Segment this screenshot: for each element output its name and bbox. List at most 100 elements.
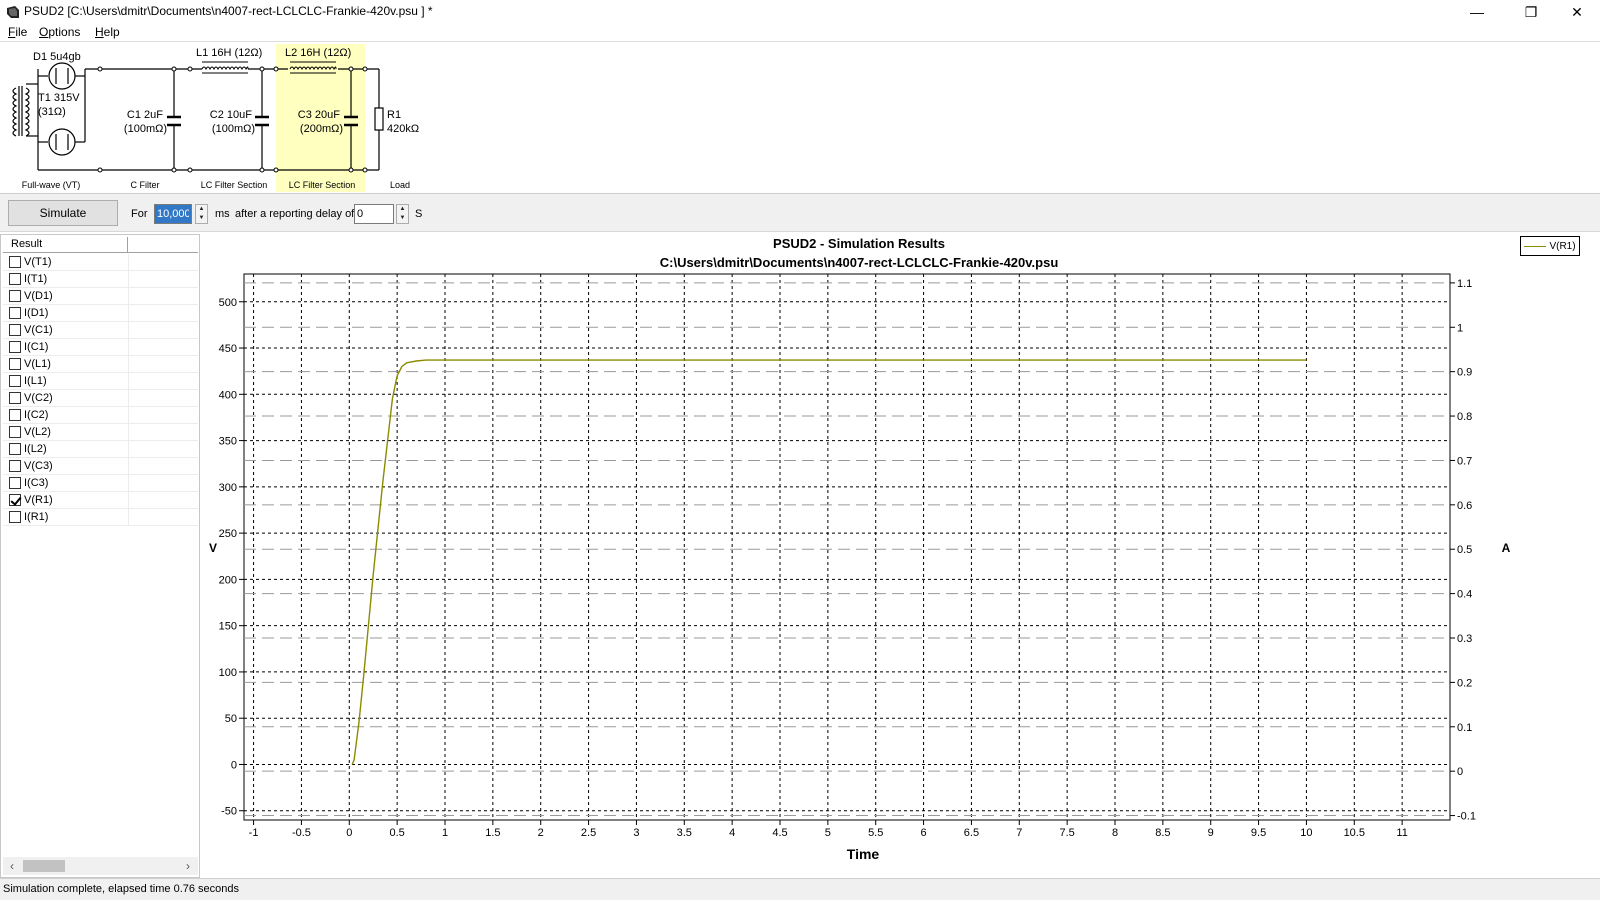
y2-tick-label: 0.5	[1457, 544, 1472, 556]
checkbox[interactable]	[9, 511, 21, 523]
label-c2-value: C2 10uF	[210, 109, 252, 121]
x-tick-label: -0.5	[292, 827, 311, 839]
close-button[interactable]: ✕	[1554, 0, 1600, 24]
result-item[interactable]: I(R1)	[3, 509, 198, 526]
checkbox[interactable]	[9, 358, 21, 370]
delay-input[interactable]	[354, 204, 394, 224]
checkbox[interactable]	[9, 307, 21, 319]
transformer-t1[interactable]	[12, 69, 39, 170]
scroll-right-icon[interactable]: ›	[181, 859, 195, 873]
y-tick-label: 400	[219, 389, 237, 401]
x-tick-label: 3.5	[677, 827, 692, 839]
result-item[interactable]: V(C2)	[3, 390, 198, 407]
simulate-button[interactable]: Simulate	[8, 200, 118, 226]
result-item[interactable]: I(C3)	[3, 475, 198, 492]
simulation-toolbar: Simulate For ▲ ▼ ms after a reporting de…	[0, 194, 1600, 232]
x-tick-label: -1	[249, 827, 259, 839]
result-item[interactable]: I(L2)	[3, 441, 198, 458]
results-header[interactable]: Result	[3, 237, 198, 253]
menu-help[interactable]: Help	[95, 25, 120, 39]
y-tick-label: 150	[219, 621, 237, 633]
y2-axis-label: A	[1502, 541, 1511, 555]
duration-input[interactable]	[154, 204, 192, 224]
capacitor-c1[interactable]	[167, 115, 181, 127]
result-item[interactable]: V(D1)	[3, 288, 198, 305]
y-tick-label: 300	[219, 482, 237, 494]
y2-tick-label: 1.1	[1457, 278, 1472, 290]
checkbox[interactable]	[9, 426, 21, 438]
delay-label: after a reporting delay of	[235, 208, 355, 220]
menu-file[interactable]: File	[8, 25, 27, 39]
checkbox[interactable]	[9, 341, 21, 353]
section-label-c-filter: C Filter	[131, 180, 160, 190]
y2-tick-label: -0.1	[1457, 811, 1476, 823]
scroll-left-icon[interactable]: ‹	[5, 859, 19, 873]
x-tick-label: 8.5	[1155, 827, 1170, 839]
result-item[interactable]: V(T1)	[3, 254, 198, 271]
seconds-label: S	[415, 208, 423, 220]
results-list: V(T1) I(T1) V(D1) I(D1) V(C1) I(C1) V(L1…	[3, 254, 198, 526]
checkbox[interactable]	[9, 443, 21, 455]
status-text: Simulation complete, elapsed time 0.76 s…	[3, 883, 240, 895]
x-tick-label: 11	[1396, 827, 1407, 839]
checkbox[interactable]	[9, 409, 21, 421]
checkbox[interactable]	[9, 460, 21, 472]
menu-options[interactable]: Options	[39, 25, 80, 39]
result-item[interactable]: V(C1)	[3, 322, 198, 339]
results-header-label: Result	[11, 238, 43, 250]
result-item[interactable]: V(L1)	[3, 356, 198, 373]
label-t1-resistance: (31Ω)	[38, 106, 66, 118]
x-tick-label: 5	[825, 827, 831, 839]
y2-tick-label: 0.6	[1457, 500, 1472, 512]
label-c3-esr: (200mΩ)	[300, 123, 343, 135]
delay-down-icon[interactable]: ▼	[397, 214, 408, 223]
y-tick-label: 500	[219, 297, 237, 309]
checkbox[interactable]	[9, 375, 21, 387]
menu-bar: File Options Help	[0, 24, 1600, 42]
result-item[interactable]: I(C2)	[3, 407, 198, 424]
duration-spinner[interactable]: ▲ ▼	[195, 204, 208, 224]
y-axis-label: V	[209, 541, 217, 555]
x-tick-label: 1	[442, 827, 448, 839]
minimize-button[interactable]: —	[1454, 0, 1500, 24]
result-item[interactable]: I(C1)	[3, 339, 198, 356]
checkbox[interactable]	[9, 494, 21, 506]
scroll-thumb[interactable]	[23, 860, 65, 872]
label-c1-esr: (100mΩ)	[124, 123, 167, 135]
result-item[interactable]: I(L1)	[3, 373, 198, 390]
section-label-load: Load	[390, 180, 410, 190]
chart-area: PSUD2 - Simulation Results C:\Users\dmit…	[204, 234, 1514, 878]
x-tick-label: 8	[1112, 827, 1118, 839]
checkbox[interactable]	[9, 256, 21, 268]
delay-up-icon[interactable]: ▲	[397, 205, 408, 214]
label-r1-value: 420kΩ	[387, 123, 419, 135]
checkbox[interactable]	[9, 324, 21, 336]
resistor-r1[interactable]	[374, 107, 384, 131]
duration-up-icon[interactable]: ▲	[196, 205, 207, 214]
label-r1-name: R1	[387, 109, 401, 121]
window-title: PSUD2 [C:\Users\dmitr\Documents\n4007-re…	[24, 4, 433, 18]
label-c3-value: C3 20uF	[298, 109, 340, 121]
circuit-panel: D1 5u4gb T1 315V (31Ω) L1 16H (12Ω) L2 1…	[0, 42, 1600, 194]
restore-button[interactable]: ❐	[1508, 0, 1554, 24]
delay-spinner[interactable]: ▲ ▼	[396, 204, 409, 224]
y2-tick-label: 0.8	[1457, 411, 1472, 423]
result-item[interactable]: I(T1)	[3, 271, 198, 288]
x-tick-label: 4	[729, 827, 735, 839]
title-bar: PSUD2 [C:\Users\dmitr\Documents\n4007-re…	[0, 0, 1600, 24]
duration-down-icon[interactable]: ▼	[196, 214, 207, 223]
horizontal-scrollbar[interactable]: ‹ ›	[3, 857, 198, 875]
result-item[interactable]: V(L2)	[3, 424, 198, 441]
capacitor-c2[interactable]	[255, 115, 269, 127]
label-d1: D1 5u4gb	[33, 51, 81, 63]
y-tick-label: 350	[219, 436, 237, 448]
result-item[interactable]: I(D1)	[3, 305, 198, 322]
column-divider[interactable]	[127, 237, 128, 253]
result-item[interactable]: V(R1)	[3, 492, 198, 509]
checkbox[interactable]	[9, 273, 21, 285]
result-item[interactable]: V(C3)	[3, 458, 198, 475]
inductor-l1[interactable]	[201, 61, 249, 74]
checkbox[interactable]	[9, 477, 21, 489]
checkbox[interactable]	[9, 392, 21, 404]
checkbox[interactable]	[9, 290, 21, 302]
